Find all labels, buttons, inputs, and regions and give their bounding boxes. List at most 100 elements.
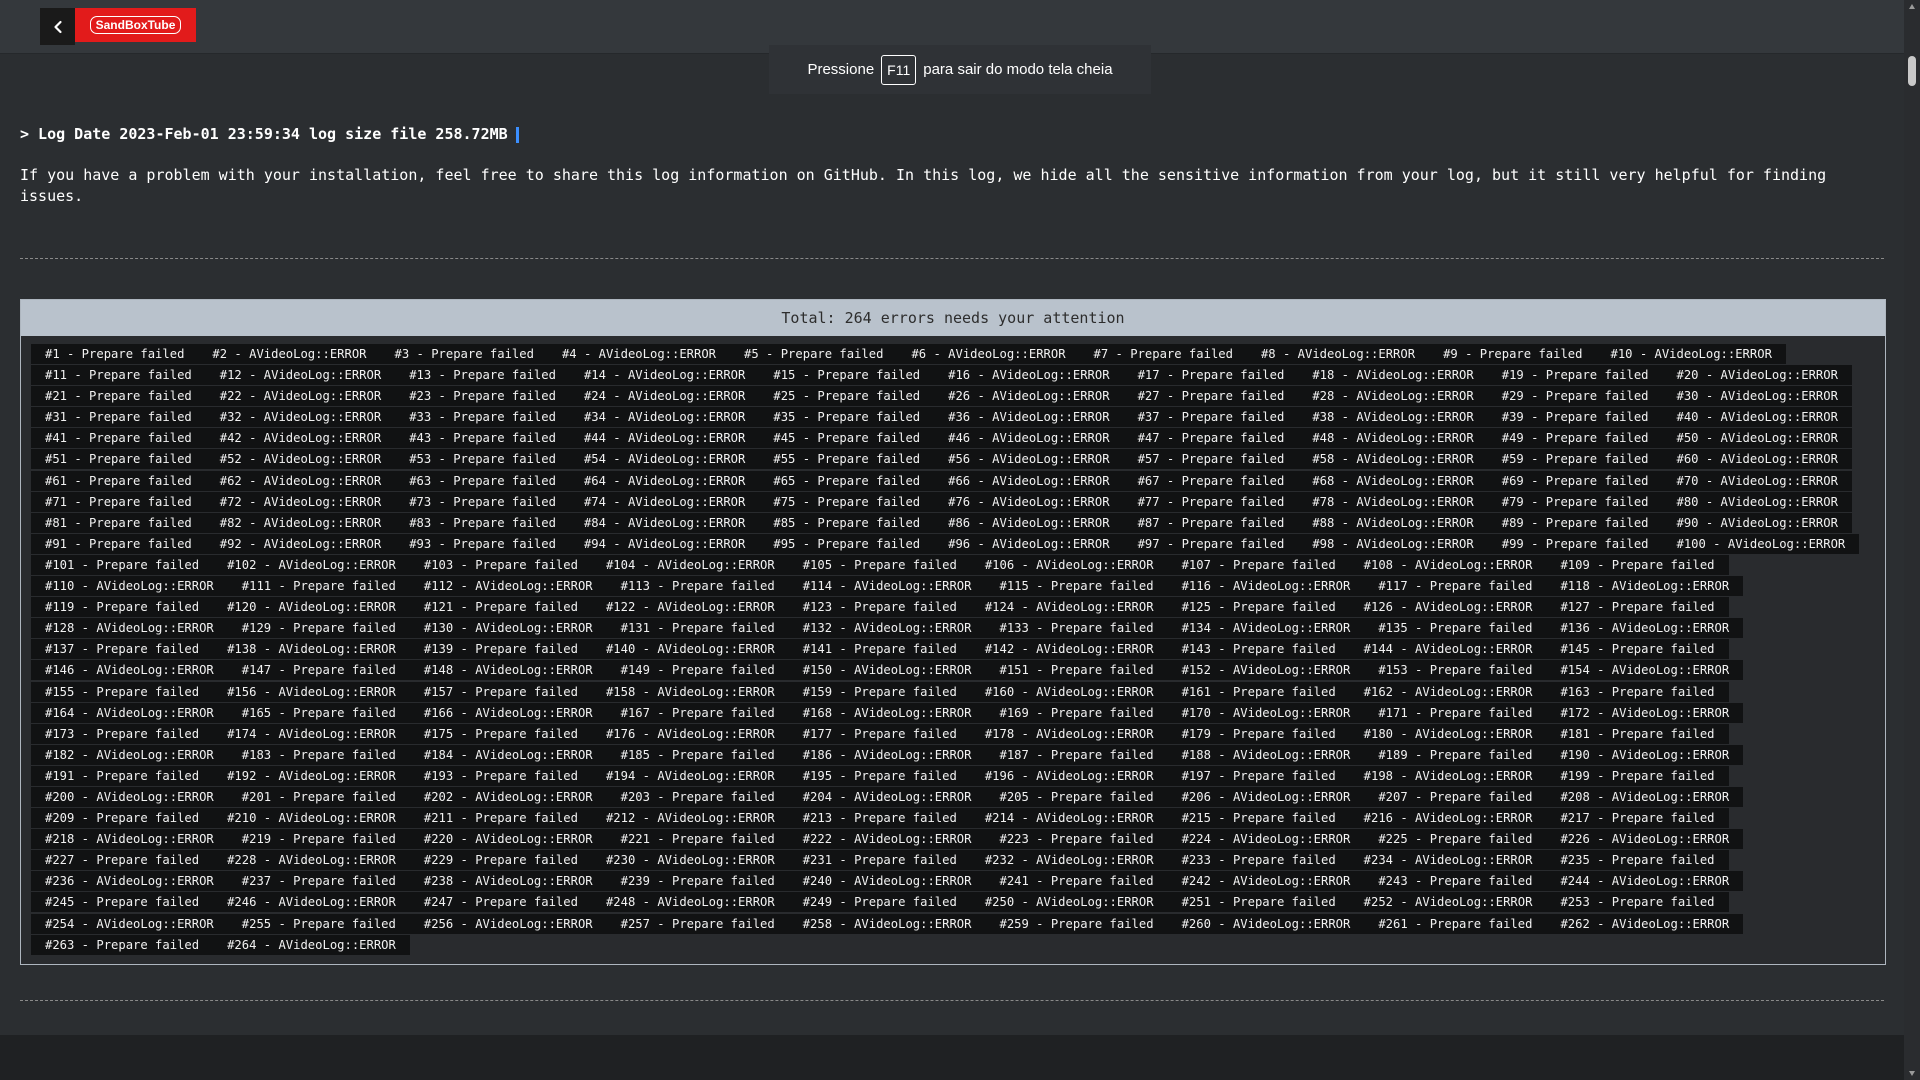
error-entry: #1 - Prepare failed [45, 347, 185, 361]
site-logo[interactable]: SandBoxTube [75, 8, 196, 42]
error-entry: #15 - Prepare failed [773, 368, 921, 383]
scroll-down-icon[interactable] [1909, 1071, 1915, 1076]
chevron-left-icon [53, 20, 62, 33]
error-entry: #114 - AVideoLog::ERROR [802, 579, 972, 594]
error-entry: #74 - AVideoLog::ERROR [583, 494, 746, 509]
error-entry: #55 - Prepare failed [773, 452, 921, 467]
error-entry: #235 - Prepare failed [1560, 853, 1715, 868]
scrollbar[interactable] [1904, 0, 1920, 1080]
error-entry: #43 - Prepare failed [409, 431, 556, 446]
error-entry: #92 - AVideoLog::ERROR [219, 536, 382, 551]
error-row: #1 - Prepare failed #2 - AVideoLog::ERROR… [31, 344, 1875, 365]
error-entry: #34 - AVideoLog::ERROR [583, 410, 746, 425]
error-entry: #111 - Prepare failed [241, 579, 396, 594]
error-entry: #249 - Prepare failed [802, 895, 957, 910]
error-entry: #224 - AVideoLog::ERROR [1181, 832, 1351, 847]
error-entry: #262 - AVideoLog::ERROR [1560, 916, 1730, 931]
error-entry: #88 - AVideoLog::ERROR [1312, 515, 1474, 530]
error-entry: #20 - AVideoLog::ERROR [1676, 368, 1838, 383]
error-entry: #131 - Prepare failed [620, 621, 775, 636]
error-entry: #166 - AVideoLog::ERROR [423, 705, 593, 720]
error-row: #209 - Prepare failed #210 - AVideoLog::E… [31, 808, 1875, 829]
error-entry: #231 - Prepare failed [802, 853, 957, 868]
error-entry: #53 - Prepare failed [409, 452, 556, 467]
back-button[interactable] [40, 8, 75, 45]
error-entry: #135 - Prepare failed [1378, 621, 1533, 636]
error-entry: #221 - Prepare failed [620, 832, 775, 847]
error-entry: #105 - Prepare failed [802, 557, 957, 572]
fullscreen-notice: Pressione F11 para sair do modo tela che… [769, 45, 1151, 94]
log-header-text: > Log Date 2023-Feb-01 23:59:34 log size… [20, 125, 508, 143]
error-entry: #259 - Prepare failed [999, 916, 1154, 931]
error-entry: #39 - Prepare failed [1501, 410, 1649, 425]
error-entry: #241 - Prepare failed [999, 874, 1154, 889]
error-entry: #104 - AVideoLog::ERROR [605, 557, 775, 572]
error-entry: #119 - Prepare failed [45, 600, 200, 615]
error-entry: #260 - AVideoLog::ERROR [1181, 916, 1351, 931]
error-row-background: #128 - AVideoLog::ERROR #129 - Prepare fa… [31, 618, 1744, 639]
error-row: #182 - AVideoLog::ERROR #183 - Prepare fa… [31, 744, 1875, 766]
error-row-background: #110 - AVideoLog::ERROR #111 - Prepare fa… [31, 576, 1744, 597]
error-row-background: #254 - AVideoLog::ERROR #255 - Prepare fa… [31, 913, 1744, 934]
error-entry: #213 - Prepare failed [802, 811, 957, 826]
error-entry: #16 - AVideoLog::ERROR [948, 368, 1110, 383]
error-entry: #236 - AVideoLog::ERROR [45, 874, 214, 889]
error-row-background: #71 - Prepare failed #72 - AVideoLog::ERR… [31, 491, 1852, 512]
error-entry: #180 - AVideoLog::ERROR [1363, 726, 1533, 741]
error-entry: #248 - AVideoLog::ERROR [605, 895, 775, 910]
scroll-thumb[interactable] [1908, 56, 1916, 86]
error-entry: #184 - AVideoLog::ERROR [423, 747, 593, 762]
error-entry: #29 - Prepare failed [1501, 389, 1649, 404]
error-entry: #264 - AVideoLog::ERROR [227, 937, 396, 952]
error-entry: #167 - Prepare failed [620, 705, 775, 720]
error-row-background: #51 - Prepare failed #52 - AVideoLog::ERR… [31, 449, 1852, 470]
error-entry: #113 - Prepare failed [620, 579, 775, 594]
error-entry: #69 - Prepare failed [1501, 473, 1649, 488]
bottom-divider [20, 1000, 1884, 1001]
error-entry: #87 - Prepare failed [1137, 515, 1285, 530]
error-row-background: #41 - Prepare failed #42 - AVideoLog::ERR… [31, 428, 1852, 449]
error-entry: #83 - Prepare failed [409, 515, 556, 530]
error-entry: #155 - Prepare failed [45, 684, 200, 699]
logo-text: SandBoxTube [89, 16, 182, 34]
error-entry: #217 - Prepare failed [1560, 811, 1715, 826]
error-entry: #128 - AVideoLog::ERROR [45, 621, 214, 636]
error-entry: #63 - Prepare failed [409, 473, 556, 488]
scroll-up-icon[interactable] [1909, 4, 1915, 9]
error-row: #11 - Prepare failed #12 - AVideoLog::ERR… [31, 365, 1875, 386]
error-row-background: #245 - Prepare failed #246 - AVideoLog::E… [31, 892, 1729, 913]
error-row: #263 - Prepare failed #264 - AVideoLog::E… [31, 934, 1875, 956]
error-entry: #247 - Prepare failed [423, 895, 578, 910]
error-entry: #162 - AVideoLog::ERROR [1363, 684, 1533, 699]
error-entry: #154 - AVideoLog::ERROR [1560, 663, 1730, 678]
error-entry: #106 - AVideoLog::ERROR [984, 557, 1154, 572]
error-row: #81 - Prepare failed #82 - AVideoLog::ERR… [31, 512, 1875, 534]
error-entry: #78 - AVideoLog::ERROR [1312, 494, 1474, 509]
error-entry: #6 - AVideoLog::ERROR [911, 347, 1066, 361]
error-entry: #86 - AVideoLog::ERROR [948, 515, 1110, 530]
error-entry: #194 - AVideoLog::ERROR [605, 768, 775, 783]
error-entry: #23 - Prepare failed [409, 389, 556, 404]
error-entry: #82 - AVideoLog::ERROR [219, 515, 382, 530]
error-row: #110 - AVideoLog::ERROR #111 - Prepare fa… [31, 576, 1875, 597]
error-row-background: #155 - Prepare failed #156 - AVideoLog::E… [31, 681, 1729, 702]
error-entry: #3 - Prepare failed [394, 347, 534, 361]
error-entry: #257 - Prepare failed [620, 916, 775, 931]
error-entry: #196 - AVideoLog::ERROR [984, 768, 1154, 783]
error-row-background: #164 - AVideoLog::ERROR #165 - Prepare fa… [31, 702, 1744, 723]
error-row: #146 - AVideoLog::ERROR #147 - Prepare fa… [31, 660, 1875, 681]
error-entry: #60 - AVideoLog::ERROR [1676, 452, 1838, 467]
error-entry: #129 - Prepare failed [241, 621, 396, 636]
error-row: #119 - Prepare failed #120 - AVideoLog::E… [31, 597, 1875, 618]
error-entry: #107 - Prepare failed [1181, 557, 1336, 572]
error-entry: #139 - Prepare failed [423, 642, 578, 657]
error-entry: #152 - AVideoLog::ERROR [1181, 663, 1351, 678]
error-entry: #116 - AVideoLog::ERROR [1181, 579, 1351, 594]
error-row: #128 - AVideoLog::ERROR #129 - Prepare fa… [31, 618, 1875, 639]
error-row-background: #1 - Prepare failed #2 - AVideoLog::ERROR… [31, 344, 1786, 364]
error-entry: #237 - Prepare failed [241, 874, 396, 889]
error-entry: #141 - Prepare failed [802, 642, 957, 657]
error-entry: #185 - Prepare failed [620, 747, 775, 762]
error-entry: #188 - AVideoLog::ERROR [1181, 747, 1351, 762]
error-entry: #44 - AVideoLog::ERROR [583, 431, 746, 446]
